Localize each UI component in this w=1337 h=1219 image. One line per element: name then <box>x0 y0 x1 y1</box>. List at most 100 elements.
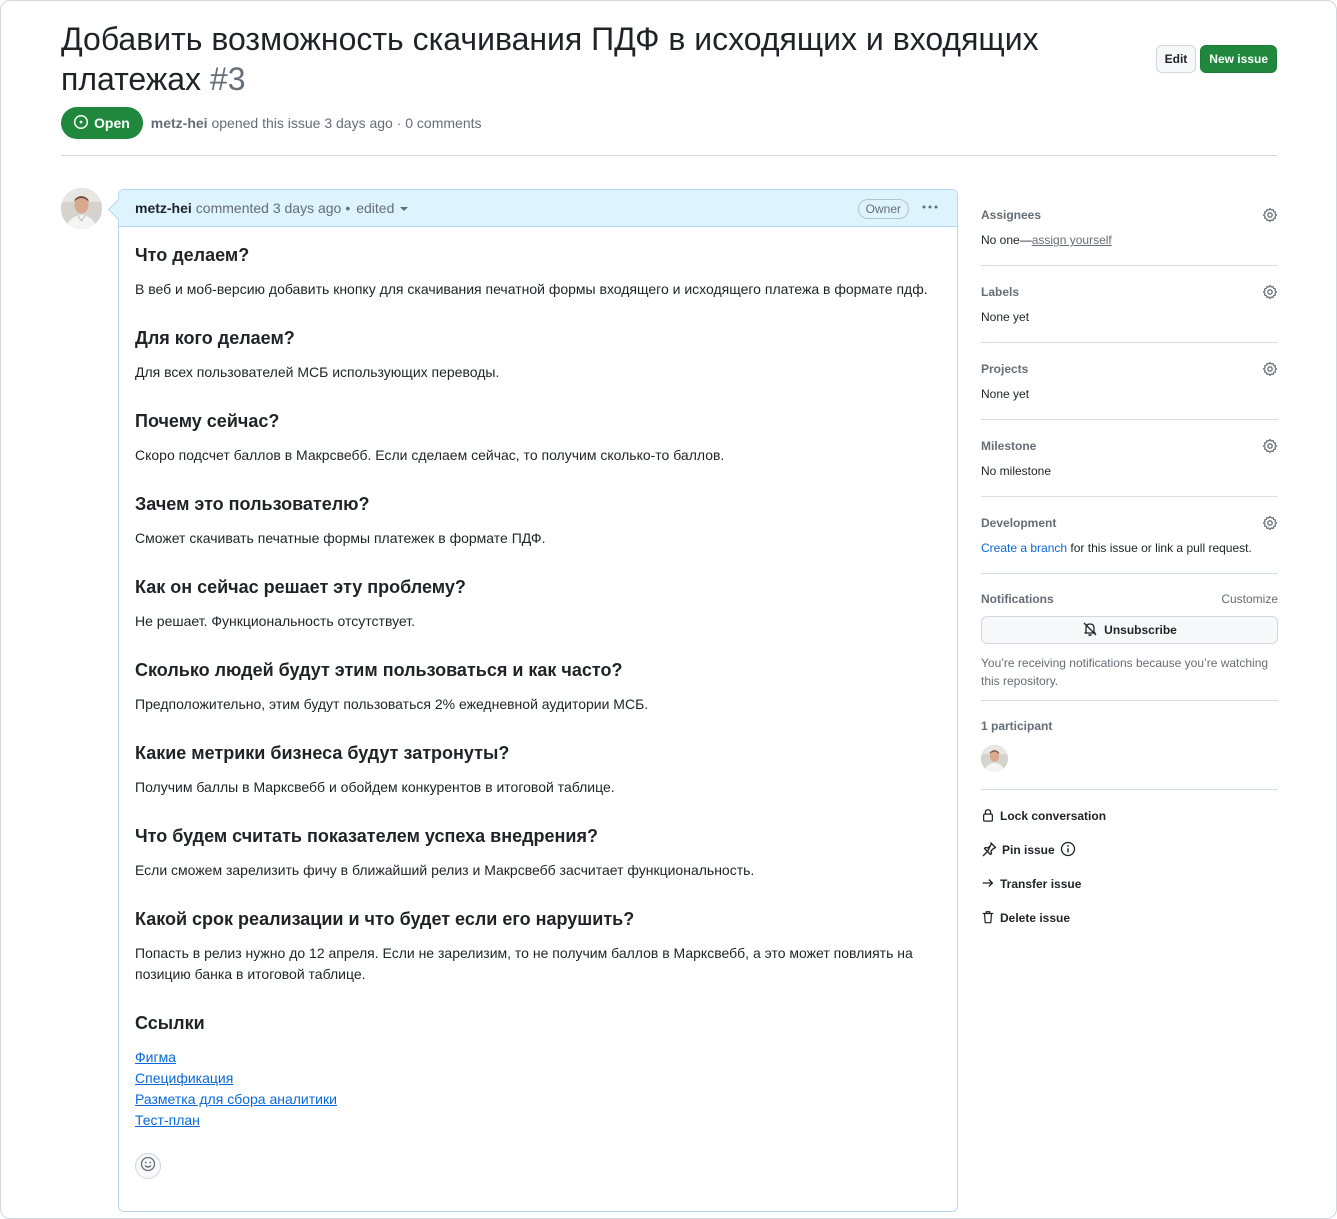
development-title[interactable]: Development <box>981 516 1056 530</box>
link-specification[interactable]: Спецификация <box>135 1068 941 1089</box>
section-text: Получим баллы в Марксвебб и обойдем конк… <box>135 779 615 795</box>
section-heading: Что делаем? <box>135 245 250 265</box>
milestone-value: No milestone <box>981 464 1052 478</box>
participants-title: 1 participant <box>981 719 1053 733</box>
owner-badge: Owner <box>857 199 909 219</box>
section-text: Не решает. Функциональность отсутствует. <box>135 613 415 629</box>
section-text: Для всех пользователей МСБ использующих … <box>135 364 500 380</box>
participant-list <box>981 745 1278 772</box>
edit-button[interactable]: Edit <box>1155 45 1197 73</box>
new-issue-button[interactable]: New issue <box>1200 45 1277 73</box>
assignees-value: No one— <box>981 233 1032 247</box>
labels-value: None yet <box>981 310 1030 324</box>
issue-header: Добавить возможность скачивания ПДФ в ис… <box>61 19 1277 99</box>
status-label: Open <box>94 115 130 131</box>
notifications-section: Notifications Customize Unsubscribe You’… <box>981 574 1278 701</box>
unsubscribe-label: Unsubscribe <box>1104 623 1177 637</box>
labels-title[interactable]: Labels <box>981 285 1019 299</box>
issue-open-icon <box>73 114 89 133</box>
section-text: Предположительно, этим будут пользоватьс… <box>135 696 649 712</box>
delete-issue-label: Delete issue <box>1000 911 1071 925</box>
assignees-title[interactable]: Assignees <box>981 208 1041 222</box>
gear-icon[interactable] <box>1262 438 1278 454</box>
link-figma[interactable]: Фигма <box>135 1047 941 1068</box>
pin-issue-button[interactable]: Pin issue <box>981 841 1278 859</box>
unsubscribe-button[interactable]: Unsubscribe <box>981 616 1278 644</box>
issue-actions: Lock conversation Pin issue Transfer iss… <box>981 790 1278 927</box>
section-text: В веб и моб-версию добавить кнопку для с… <box>135 281 928 297</box>
gear-icon[interactable] <box>1262 284 1278 300</box>
issue-meta-rest: opened this issue 3 days ago · 0 comment… <box>211 115 482 131</box>
milestone-section: Milestone No milestone <box>981 420 1278 497</box>
participants-section: 1 participant <box>981 701 1278 790</box>
section-heading: Сколько людей будут этим пользоваться и … <box>135 660 623 680</box>
issue-page: Добавить возможность скачивания ПДФ в ис… <box>0 0 1337 1219</box>
customize-link[interactable]: Customize <box>1221 592 1278 606</box>
section-heading: Зачем это пользователю? <box>135 494 370 514</box>
info-icon[interactable] <box>1060 841 1076 860</box>
issue-sidebar: Assignees No one—assign yourself Labels … <box>981 189 1278 927</box>
development-section: Development Create a branch for this iss… <box>981 497 1278 574</box>
edited-label: edited <box>356 200 395 216</box>
create-branch-link[interactable]: Create a branch <box>981 541 1067 555</box>
lock-conversation-label: Lock conversation <box>1000 809 1107 823</box>
edited-menu[interactable]: • edited <box>345 200 409 216</box>
gear-icon[interactable] <box>1262 515 1278 531</box>
section-text: Если сможем зарелизить фичу в ближайший … <box>135 862 755 878</box>
section-heading: Почему сейчас? <box>135 411 280 431</box>
link-test-plan[interactable]: Тест-план <box>135 1110 941 1131</box>
header-actions: Edit New issue <box>1155 45 1277 73</box>
issue-number: #3 <box>209 61 246 97</box>
lock-icon <box>981 808 995 825</box>
transfer-issue-button[interactable]: Transfer issue <box>981 875 1278 893</box>
caret-down-icon <box>400 200 409 216</box>
assign-yourself-link[interactable]: assign yourself <box>1032 233 1112 247</box>
development-text: for this issue or link a pull request. <box>1067 541 1252 555</box>
milestone-title[interactable]: Milestone <box>981 439 1036 453</box>
gear-icon[interactable] <box>1262 361 1278 377</box>
comment-box: metz-hei commented 3 days ago • edited O… <box>118 189 958 1212</box>
projects-value: None yet <box>981 387 1030 401</box>
assignees-section: Assignees No one—assign yourself <box>981 189 1278 266</box>
section-heading: Как он сейчас решает эту проблему? <box>135 577 466 597</box>
kebab-horizontal-icon[interactable] <box>921 198 939 221</box>
issue-meta-text: metz-hei opened this issue 3 days ago · … <box>151 115 482 131</box>
gear-icon[interactable] <box>1262 207 1278 223</box>
bell-slash-icon <box>1082 621 1098 640</box>
issue-title-text: Добавить возможность скачивания ПДФ в ис… <box>61 21 1039 97</box>
projects-title[interactable]: Projects <box>981 362 1028 376</box>
section-heading: Что будем считать показателем успеха вне… <box>135 826 598 846</box>
comment-timestamp[interactable]: commented 3 days ago <box>196 200 342 216</box>
comment-separator: • <box>345 200 351 216</box>
comment-author[interactable]: metz-hei <box>135 200 192 216</box>
delete-issue-button[interactable]: Delete issue <box>981 909 1278 927</box>
status-badge: Open <box>61 107 143 139</box>
links-heading: Ссылки <box>135 1013 205 1033</box>
smiley-icon <box>140 1156 156 1177</box>
link-analytics-markup[interactable]: Разметка для сбора аналитики <box>135 1089 941 1110</box>
issue-title: Добавить возможность скачивания ПДФ в ис… <box>61 19 1061 99</box>
section-text: Попасть в релиз нужно до 12 апреля. Если… <box>135 945 913 982</box>
issue-meta: Open metz-hei opened this issue 3 days a… <box>61 107 482 139</box>
comment-header: metz-hei commented 3 days ago • edited O… <box>119 190 957 227</box>
pin-icon <box>981 841 997 860</box>
section-heading: Какой срок реализации и что будет если е… <box>135 909 635 929</box>
comment-body: Что делаем? В веб и моб-версию добавить … <box>119 227 957 1179</box>
labels-section: Labels None yet <box>981 266 1278 343</box>
header-divider <box>61 155 1277 156</box>
issue-author-link[interactable]: metz-hei <box>151 115 208 131</box>
pin-issue-label: Pin issue <box>1002 843 1055 857</box>
section-heading: Для кого делаем? <box>135 328 295 348</box>
transfer-issue-label: Transfer issue <box>1000 877 1082 891</box>
lock-conversation-button[interactable]: Lock conversation <box>981 807 1278 825</box>
links-list: Фигма Спецификация Разметка для сбора ан… <box>135 1047 941 1131</box>
notifications-title: Notifications <box>981 592 1054 606</box>
avatar[interactable] <box>61 188 102 229</box>
section-heading: Какие метрики бизнеса будут затронуты? <box>135 743 510 763</box>
notifications-note: You’re receiving notifications because y… <box>981 656 1269 688</box>
section-text: Скоро подсчет баллов в Макрсвебб. Если с… <box>135 447 725 463</box>
add-reaction-button[interactable] <box>135 1153 161 1179</box>
trash-icon <box>981 910 995 927</box>
section-text: Сможет скачивать печатные формы платежек… <box>135 530 546 546</box>
avatar[interactable] <box>981 745 1008 772</box>
